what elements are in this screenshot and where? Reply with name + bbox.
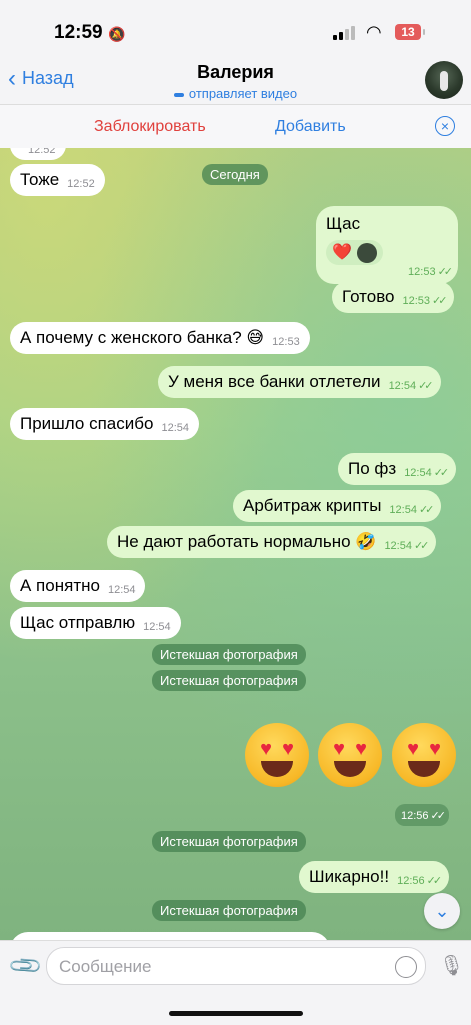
message-bubble: У меня все банки отлетели 12:54 ✓✓ (158, 366, 441, 398)
heart-eyes-emoji-icon: ♥ ♥ (245, 723, 309, 787)
avatar (356, 242, 377, 263)
message-bubble: Щас ❤️ 12:53 ✓✓ (316, 206, 458, 284)
message-bubble: Готово 12:53 ✓✓ (332, 281, 455, 313)
message-bubble: Щас отправлю 12:54 (10, 607, 181, 639)
message-bubble: Тоже 12:52 (10, 164, 105, 196)
message-composer: 📎 Сообщение 🎙 (0, 940, 471, 1025)
message-bubble: По фз 12:54 ✓✓ (338, 453, 457, 485)
message-bubble: Арбитраж крипты 12:54 ✓✓ (233, 490, 442, 522)
expired-photo-chip[interactable]: Истекшая фотография (152, 900, 306, 921)
heart-icon: ❤️ (332, 244, 352, 261)
top-bar: 12:59 🔕 ◠ 13 ‹ Назад Валерия отправляет … (0, 0, 471, 104)
message-bubble: Не дают работать нормально 🤣 12:54 ✓✓ (107, 526, 437, 558)
scroll-down-button[interactable]: ⌄ (424, 893, 460, 929)
message-bubble: 12:52 (10, 148, 66, 160)
message-bubble: Шикарно!! 12:56 ✓✓ (299, 861, 450, 893)
home-indicator (169, 1011, 303, 1016)
wifi-icon: ◠ (366, 22, 382, 42)
message-bubble (10, 932, 330, 940)
status-time: 12:59 (54, 22, 103, 43)
message-bubble: А почему с женского банка? 😅 12:53 (10, 322, 310, 354)
expired-photo-chip[interactable]: Истекшая фотография (152, 670, 306, 691)
avatar[interactable] (425, 61, 463, 99)
heart-eyes-emoji-icon: ♥ ♥ (318, 723, 382, 787)
message-input[interactable]: Сообщение (46, 947, 426, 985)
signal-icon (333, 26, 355, 40)
close-icon[interactable]: × (435, 116, 455, 136)
battery-icon: 13 (395, 24, 425, 40)
date-chip: Сегодня (202, 164, 268, 185)
microphone-icon[interactable]: 🎙 (439, 953, 464, 978)
reaction[interactable]: ❤️ (326, 240, 383, 265)
expired-photo-chip[interactable]: Истекшая фотография (152, 831, 306, 852)
add-contact-button[interactable]: Добавить (275, 118, 346, 136)
chat-area[interactable]: 12:52 Сегодня Тоже 12:52 Щас ❤️ 12:53 ✓✓ Г… (0, 148, 471, 940)
action-bar: Заблокировать Добавить (0, 104, 471, 150)
attach-icon[interactable]: 📎 (7, 947, 45, 985)
message-bubble: А понятно 12:54 (10, 570, 146, 602)
chat-subtitle: отправляет видео (0, 86, 471, 101)
silent-bell-icon: 🔕 (108, 26, 126, 42)
heart-eyes-emoji-icon: ♥ ♥ (392, 723, 456, 787)
message-placeholder: Сообщение (59, 957, 152, 976)
expired-photo-chip[interactable]: Истекшая фотография (152, 644, 306, 665)
block-button[interactable]: Заблокировать (94, 118, 206, 136)
sticker-icon[interactable] (395, 956, 417, 978)
message-bubble: Пришло спасибо 12:54 (10, 408, 199, 440)
emoji-timestamp: 12:56 ✓✓ (395, 804, 449, 826)
chat-title: Валерия (197, 62, 274, 82)
chevron-down-icon: ⌄ (434, 901, 450, 921)
chat-title-area[interactable]: Валерия отправляет видео (0, 62, 471, 101)
